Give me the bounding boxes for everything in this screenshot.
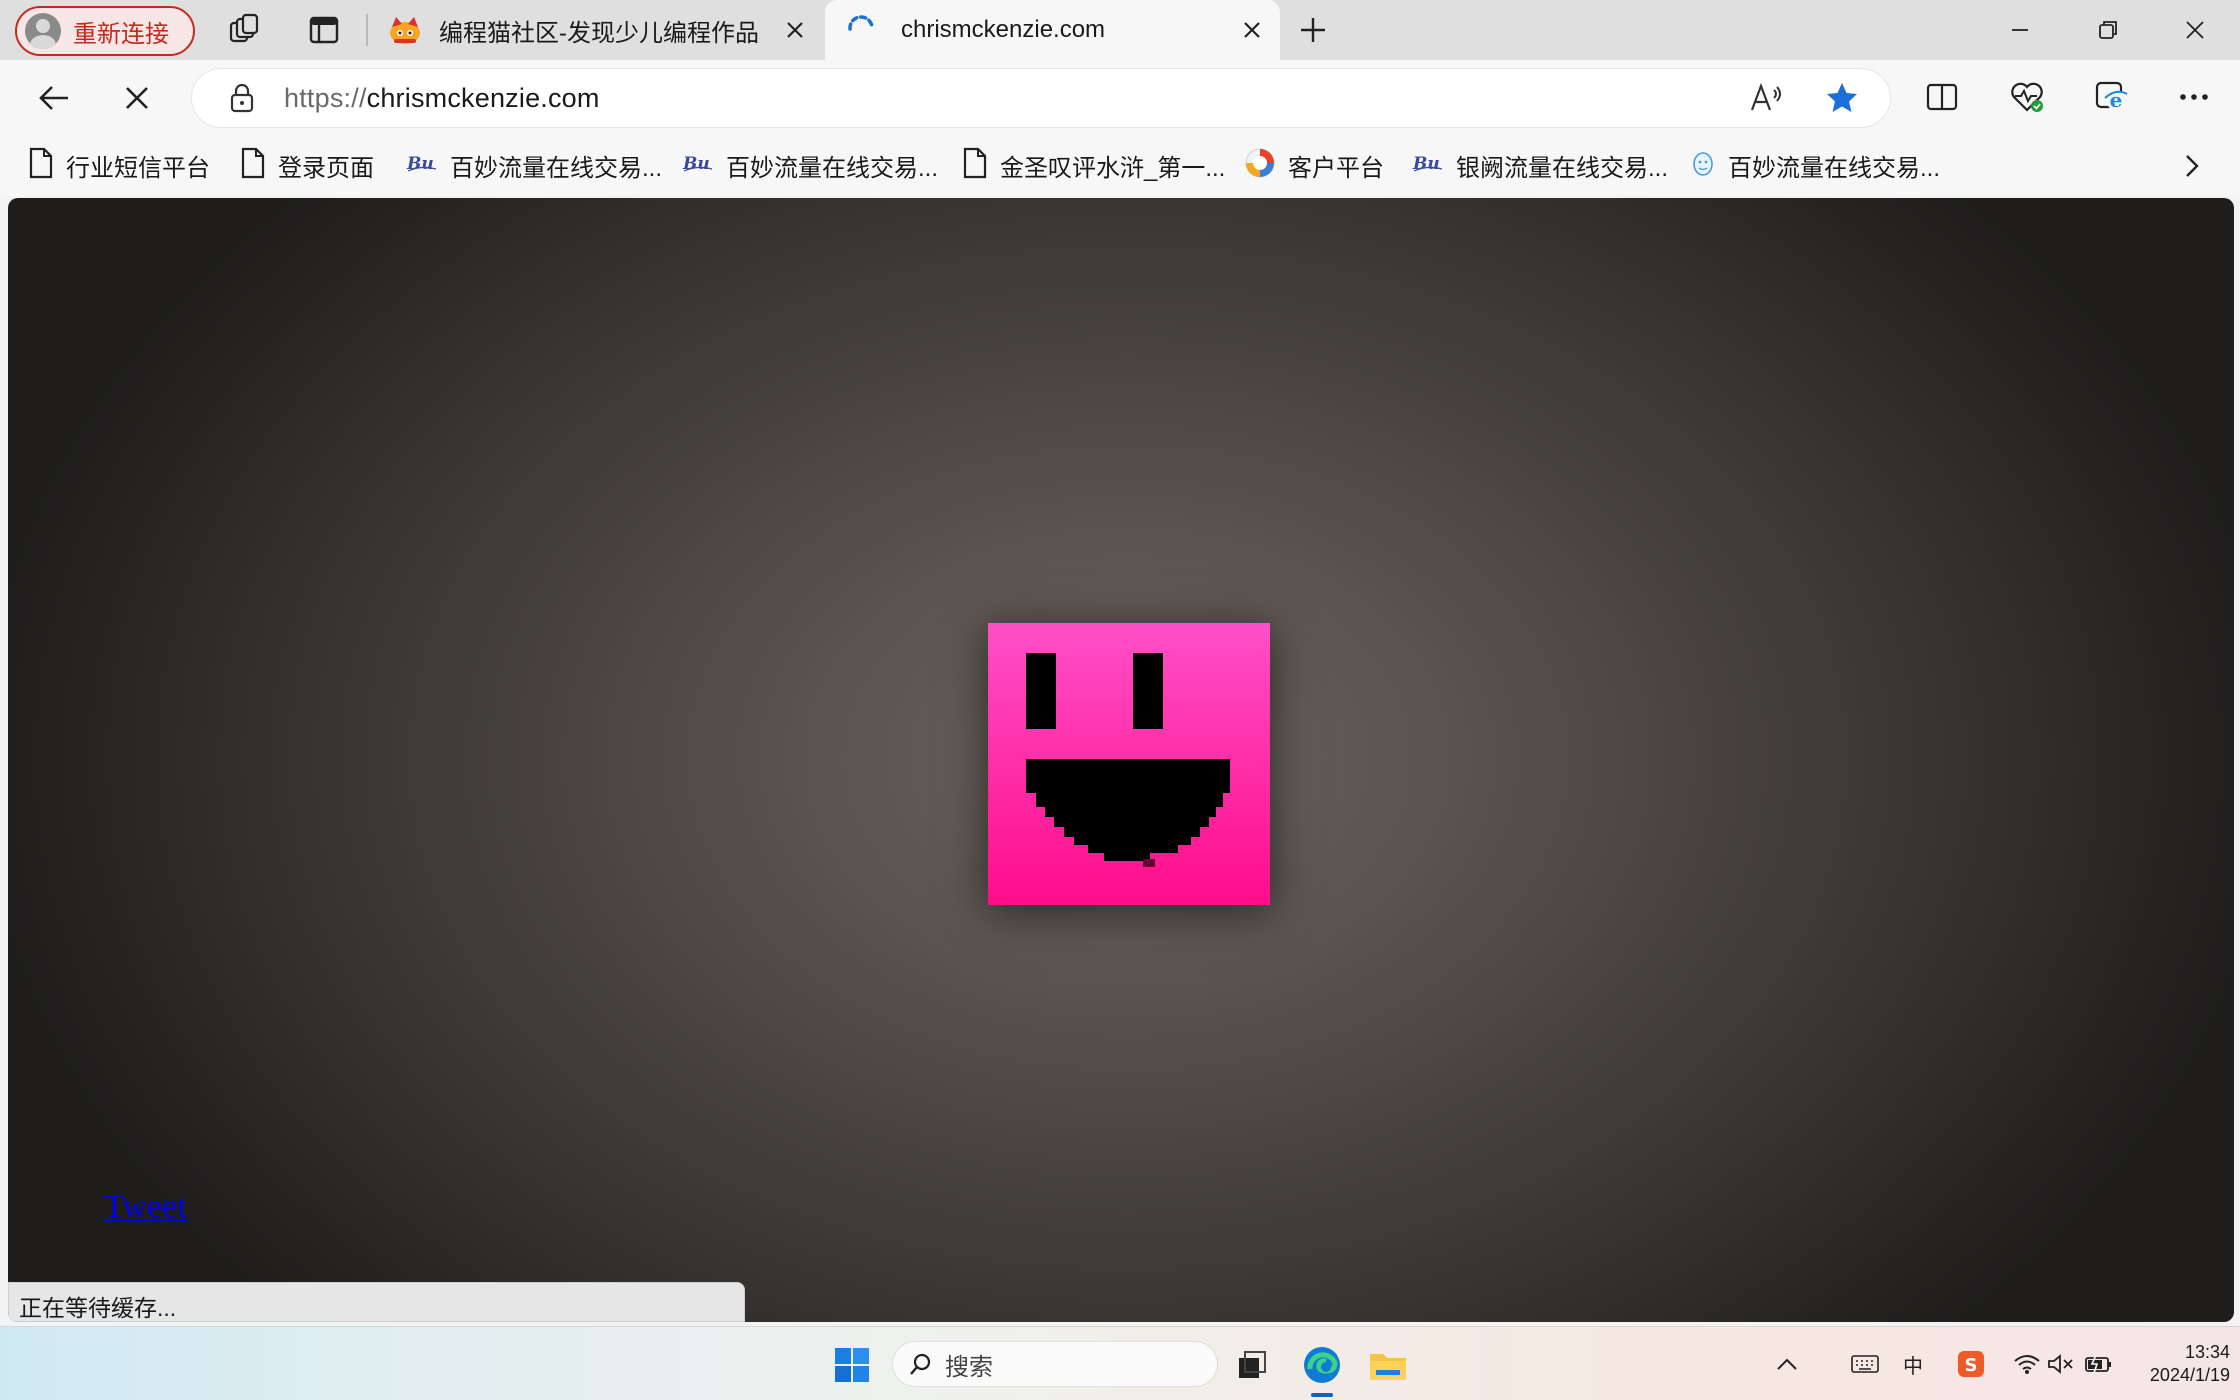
restore-button[interactable] bbox=[2063, 0, 2153, 60]
tab-separator bbox=[366, 14, 368, 46]
clock-time: 13:34 bbox=[2184, 1342, 2230, 1362]
minimize-button[interactable] bbox=[1975, 0, 2065, 60]
smiley-left-eye bbox=[1026, 653, 1056, 729]
page-icon bbox=[28, 147, 54, 184]
codemao-logo-icon bbox=[387, 12, 423, 48]
favorite-item[interactable]: 行业短信平台 bbox=[28, 146, 210, 184]
search-label: 搜索 bbox=[945, 1353, 993, 1381]
split-screen-icon[interactable] bbox=[1918, 73, 1966, 121]
tab-title: 编程猫社区-发现少儿编程作品 bbox=[439, 19, 759, 47]
favorite-item[interactable]: 金圣叹评水浒_第一... bbox=[962, 146, 1225, 184]
lock-icon[interactable] bbox=[222, 78, 262, 118]
smiley-tooth-shadow bbox=[1143, 859, 1155, 867]
search-icon bbox=[909, 1352, 933, 1376]
svg-text:Bu: Bu bbox=[1412, 154, 1440, 174]
brand-logo-icon: Bu bbox=[1412, 151, 1444, 180]
smiley-face-image[interactable] bbox=[988, 623, 1270, 905]
taskbar: 搜索 中 S 13:34 2024/1/19 bbox=[0, 1326, 2240, 1400]
svg-text:Bu: Bu bbox=[406, 154, 434, 174]
ie-mode-icon[interactable]: e bbox=[2088, 73, 2136, 121]
tab-title: chrismckenzie.com bbox=[901, 16, 1106, 43]
favorite-item[interactable]: Bu 百妙流量在线交易... bbox=[682, 146, 938, 184]
keyboard-icon[interactable] bbox=[1848, 1347, 1882, 1381]
face-logo-icon bbox=[1690, 149, 1716, 182]
tab-chrismckenzie[interactable]: chrismckenzie.com bbox=[825, 0, 1280, 60]
brand-logo-icon: Bu bbox=[406, 151, 438, 180]
url-scheme: https:// bbox=[284, 83, 367, 113]
system-clock[interactable]: 13:34 2024/1/19 bbox=[2126, 1341, 2230, 1387]
profile-button[interactable]: 重新连接 bbox=[15, 6, 195, 56]
ime-indicator[interactable]: 中 bbox=[1896, 1347, 1930, 1381]
favorite-star-icon[interactable] bbox=[1822, 78, 1862, 118]
favorite-label: 百妙流量在线交易... bbox=[726, 154, 939, 182]
status-text: 正在等待缓存... bbox=[19, 1295, 177, 1321]
file-explorer-icon[interactable] bbox=[1364, 1341, 1412, 1389]
favorite-item[interactable]: 客户平台 bbox=[1244, 146, 1384, 184]
favorite-item[interactable]: Bu 银阙流量在线交易... bbox=[1412, 146, 1668, 184]
favorite-label: 登录页面 bbox=[278, 154, 374, 182]
favorite-item[interactable]: 百妙流量在线交易... bbox=[1690, 146, 1940, 184]
profile-label: 重新连接 bbox=[73, 20, 169, 48]
brand-logo-icon: Bu bbox=[682, 151, 714, 180]
colorful-logo-icon bbox=[1244, 147, 1276, 184]
more-menu-icon[interactable] bbox=[2170, 73, 2218, 121]
url-text[interactable]: https://chrismckenzie.com bbox=[284, 83, 600, 114]
close-tab-icon[interactable] bbox=[781, 16, 809, 44]
back-button[interactable] bbox=[30, 74, 78, 122]
new-tab-button[interactable] bbox=[1292, 10, 1334, 50]
favorite-item[interactable]: Bu 百妙流量在线交易... bbox=[406, 146, 662, 184]
favorite-label: 百妙流量在线交易... bbox=[450, 154, 663, 182]
stop-loading-button[interactable] bbox=[113, 74, 161, 122]
workspaces-icon[interactable] bbox=[224, 10, 264, 50]
favorite-label: 客户平台 bbox=[1288, 154, 1384, 182]
page-icon bbox=[962, 147, 988, 184]
loading-spinner-icon bbox=[843, 12, 879, 48]
close-window-button[interactable] bbox=[2150, 0, 2240, 60]
favorite-label: 金圣叹评水浒_第一... bbox=[1000, 154, 1226, 182]
url-host: chrismckenzie.com bbox=[366, 83, 600, 113]
active-app-indicator bbox=[1311, 1393, 1333, 1397]
sogou-input-icon[interactable]: S bbox=[1954, 1347, 1988, 1381]
address-bar[interactable]: https://chrismckenzie.com bbox=[192, 69, 1890, 127]
task-view-icon[interactable] bbox=[1228, 1341, 1276, 1389]
clock-date: 2024/1/19 bbox=[2149, 1365, 2230, 1385]
tweet-link[interactable]: Tweet bbox=[104, 1188, 187, 1226]
browser-essentials-icon[interactable] bbox=[2003, 73, 2051, 121]
vertical-tabs-icon[interactable] bbox=[304, 10, 344, 50]
edge-taskbar-icon[interactable] bbox=[1298, 1341, 1346, 1389]
svg-text:S: S bbox=[1965, 1355, 1978, 1376]
favorite-label: 银阙流量在线交易... bbox=[1456, 154, 1669, 182]
read-aloud-icon[interactable] bbox=[1747, 78, 1787, 118]
page-viewport: Tweet 正在等待缓存... bbox=[8, 198, 2234, 1322]
smiley-right-eye bbox=[1133, 653, 1163, 729]
tab-bcm-community[interactable]: 编程猫社区-发现少儿编程作品 bbox=[373, 0, 823, 60]
status-bubble: 正在等待缓存... bbox=[8, 1282, 745, 1322]
chevron-up-icon[interactable] bbox=[1770, 1347, 1804, 1381]
tab-strip: 重新连接 编程猫社区-发现少儿编程作品 chrismckenzie.com bbox=[0, 0, 2240, 60]
close-tab-icon[interactable] bbox=[1238, 16, 1266, 44]
windows-start-icon[interactable] bbox=[828, 1341, 876, 1389]
favorite-label: 行业短信平台 bbox=[66, 154, 210, 182]
chevron-right-icon[interactable] bbox=[2172, 146, 2212, 186]
navigation-toolbar: https://chrismckenzie.com e bbox=[0, 60, 2240, 134]
svg-text:Bu: Bu bbox=[682, 154, 710, 174]
wifi-icon[interactable] bbox=[2010, 1347, 2044, 1381]
volume-muted-icon[interactable] bbox=[2044, 1347, 2078, 1381]
taskbar-search[interactable]: 搜索 bbox=[892, 1341, 1218, 1387]
avatar bbox=[25, 13, 61, 49]
favorites-bar: 行业短信平台 登录页面 Bu 百妙流量在线交易... Bu 百妙流量在线交易..… bbox=[0, 134, 2240, 196]
smiley-svg bbox=[988, 623, 1270, 905]
favorite-item[interactable]: 登录页面 bbox=[240, 146, 374, 184]
favorite-label: 百妙流量在线交易... bbox=[1728, 154, 1941, 182]
battery-charging-icon[interactable] bbox=[2082, 1347, 2116, 1381]
page-icon bbox=[240, 147, 266, 184]
